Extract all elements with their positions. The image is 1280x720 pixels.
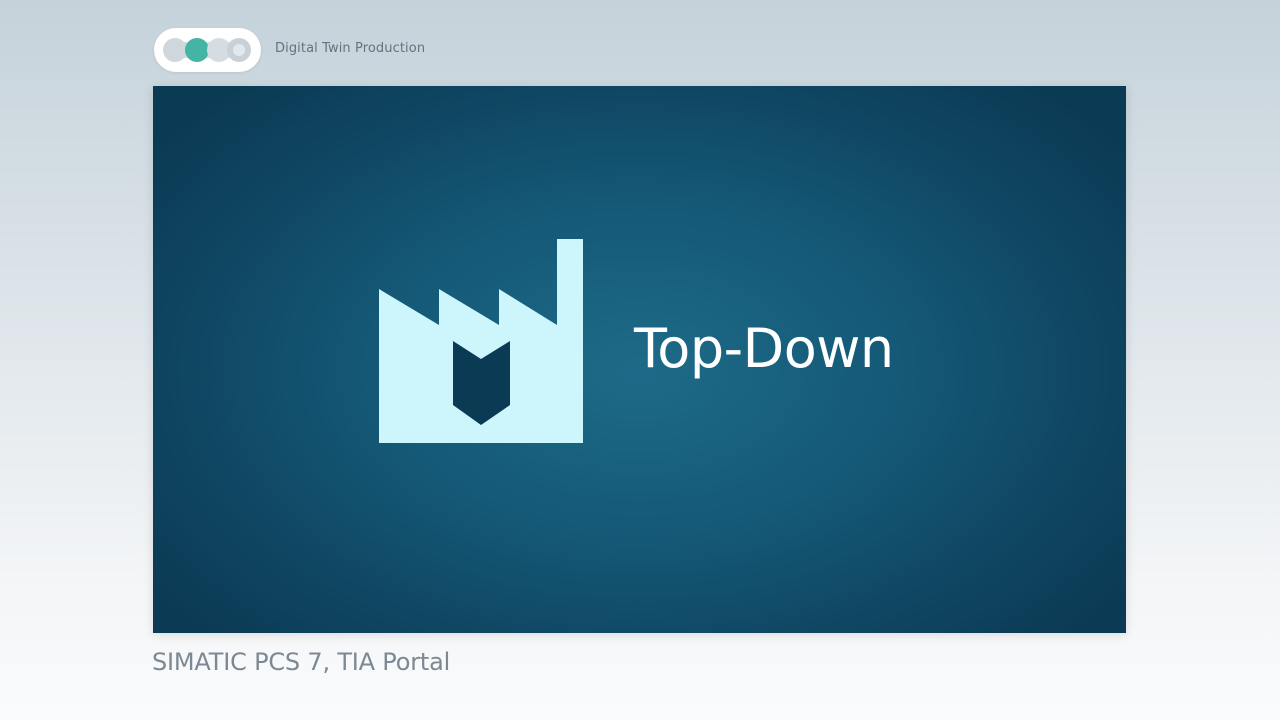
header-title: Digital Twin Production: [275, 41, 426, 56]
progress-step-1: [163, 38, 187, 62]
progress-step-active: [185, 38, 209, 62]
step-progress-indicator: [154, 28, 261, 72]
footer-caption: SIMATIC PCS 7, TIA Portal: [152, 648, 451, 676]
progress-track: [163, 38, 253, 62]
factory-icon: [379, 239, 583, 443]
panel-title: Top-Down: [634, 317, 894, 380]
main-slide-panel: Top-Down: [153, 86, 1126, 633]
progress-step-4: [227, 38, 251, 62]
